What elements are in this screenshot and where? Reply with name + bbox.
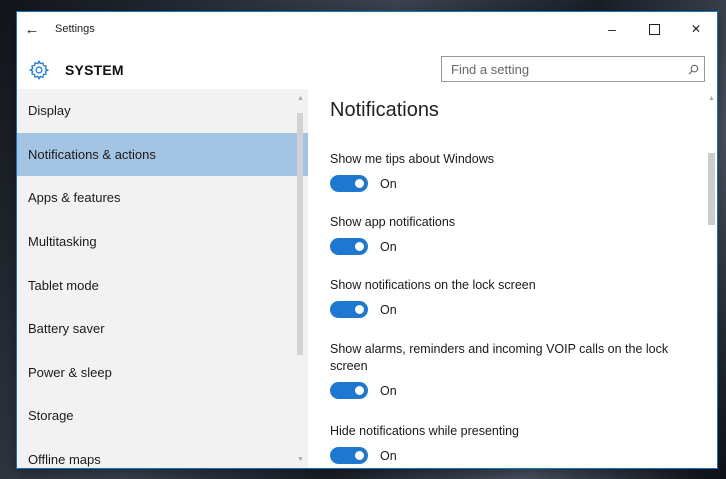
toggle-knob	[355, 242, 364, 251]
setting-show-tips: Show me tips about Windows On	[330, 151, 700, 192]
toggle-state: On	[380, 176, 397, 191]
sidebar-item-label: Offline maps	[28, 452, 101, 468]
setting-hide-while-presenting: Hide notifications while presenting On	[330, 423, 700, 464]
setting-label: Show me tips about Windows	[330, 152, 494, 166]
settings-window: ← Settings – ✕ SYSTEM Find a setting Dis…	[17, 12, 717, 468]
setting-label: Hide notifications while presenting	[330, 424, 519, 438]
main-scrollbar-thumb[interactable]	[708, 153, 715, 225]
close-button[interactable]: ✕	[675, 12, 717, 46]
toggle-switch[interactable]	[330, 238, 368, 255]
setting-label: Show app notifications	[330, 215, 456, 229]
sidebar-item-offline-maps[interactable]: Offline maps	[17, 438, 308, 468]
toggle-knob	[355, 386, 364, 395]
sidebar: Display Notifications & actions Apps & f…	[17, 89, 308, 468]
gear-icon	[27, 58, 51, 82]
main-content: Notifications Show me tips about Windows…	[308, 89, 717, 468]
close-icon: ✕	[690, 22, 702, 36]
toggle-state: On	[380, 383, 397, 398]
section-title: Notifications	[330, 99, 439, 121]
setting-label: Show alarms, reminders and incoming VOIP…	[330, 342, 669, 373]
sidebar-item-label: Display	[28, 103, 71, 119]
sidebar-item-power-sleep[interactable]: Power & sleep	[17, 351, 308, 395]
sidebar-item-label: Tablet mode	[28, 277, 99, 293]
search-input[interactable]	[442, 60, 682, 78]
sidebar-item-notifications-actions[interactable]: Notifications & actions	[17, 132, 308, 177]
toggle-switch[interactable]	[330, 382, 368, 399]
toggle-state: On	[380, 239, 397, 254]
sidebar-item-label: Power & sleep	[28, 364, 112, 380]
sidebar-item-battery-saver[interactable]: Battery saver	[17, 307, 308, 351]
minimize-button[interactable]: –	[591, 12, 633, 46]
sidebar-item-label: Multitasking	[28, 234, 97, 250]
toggle-state: On	[380, 302, 397, 317]
back-button[interactable]: ←	[17, 12, 47, 46]
toggle-state: On	[380, 448, 397, 463]
sidebar-scrollbar-thumb[interactable]	[297, 113, 303, 355]
sidebar-item-label: Storage	[28, 408, 74, 424]
minimize-icon: –	[608, 21, 616, 37]
maximize-button[interactable]	[633, 12, 675, 46]
toggle-switch[interactable]	[330, 301, 368, 318]
sidebar-item-apps-features[interactable]: Apps & features	[17, 176, 308, 220]
sidebar-item-label: Apps & features	[28, 190, 121, 206]
back-arrow-icon: ←	[24, 20, 40, 38]
page-title: SYSTEM	[65, 62, 124, 78]
settings-header: SYSTEM	[17, 46, 717, 94]
title-bar: ← Settings – ✕	[17, 12, 717, 46]
scroll-down-icon[interactable]: ▼	[297, 456, 304, 464]
search-box[interactable]	[441, 56, 705, 82]
toggle-switch[interactable]	[330, 447, 368, 464]
toggle-knob	[355, 179, 364, 188]
sidebar-item-tablet-mode[interactable]: Tablet mode	[17, 263, 308, 307]
sidebar-item-display[interactable]: Display	[17, 89, 308, 133]
main-scrollbar[interactable]: ▲	[708, 95, 715, 464]
setting-label: Show notifications on the lock screen	[330, 278, 536, 292]
setting-lock-screen-notifications: Show notifications on the lock screen On	[330, 277, 700, 318]
search-icon[interactable]	[682, 64, 704, 75]
toggle-switch[interactable]	[330, 175, 368, 192]
sidebar-item-label: Notifications & actions	[28, 146, 156, 162]
sidebar-item-storage[interactable]: Storage	[17, 394, 308, 438]
maximize-icon	[648, 23, 660, 35]
sidebar-item-label: Battery saver	[28, 321, 105, 337]
sidebar-item-multitasking[interactable]: Multitasking	[17, 220, 308, 264]
window-controls: – ✕	[591, 12, 717, 46]
toggle-knob	[355, 305, 364, 314]
scroll-up-icon[interactable]: ▲	[297, 95, 304, 103]
sidebar-scrollbar[interactable]: ▲ ▼	[297, 95, 304, 464]
window-title: Settings	[55, 23, 95, 35]
scroll-up-icon[interactable]: ▲	[708, 95, 715, 103]
setting-show-app-notifications: Show app notifications On	[330, 214, 700, 255]
toggle-knob	[355, 451, 364, 460]
setting-alarms-voip-lock-screen: Show alarms, reminders and incoming VOIP…	[330, 341, 700, 399]
